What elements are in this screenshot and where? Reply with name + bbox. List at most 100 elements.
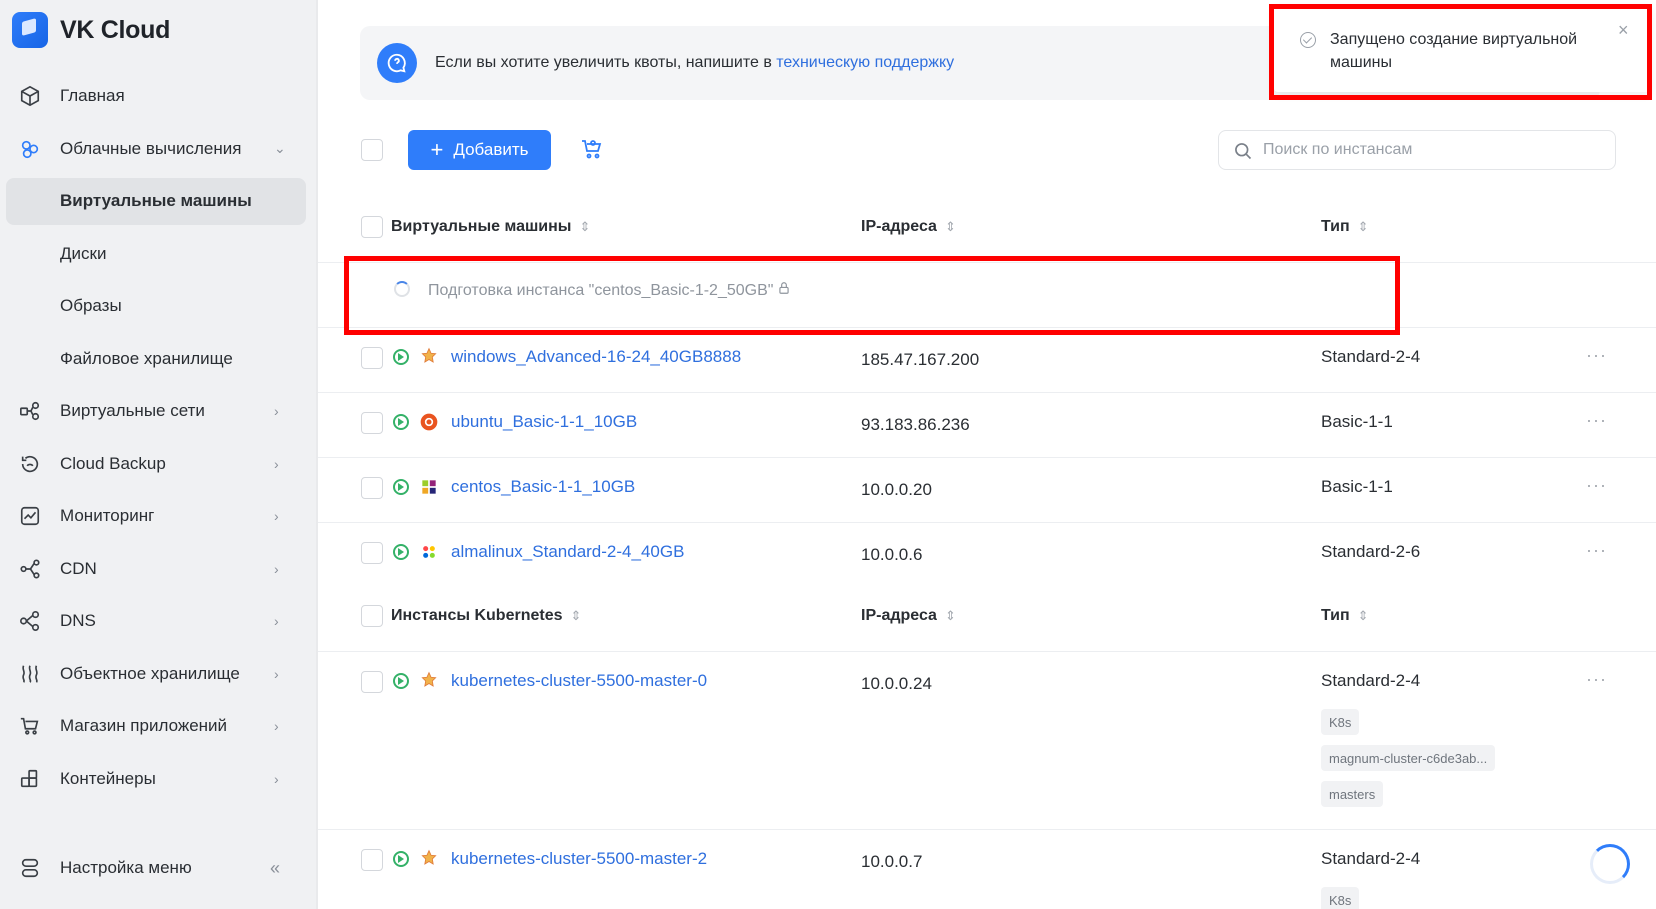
close-icon[interactable]: × [1618,20,1629,41]
column-header-k8s-type[interactable]: Тип ⇕ [1321,601,1369,631]
divider [318,327,1656,328]
vm-select-all-checkbox[interactable] [361,216,383,238]
sort-icon: ⇕ [1357,219,1369,234]
sidebar-item-home[interactable]: Главная [0,70,316,123]
windows-os-icon [419,347,439,367]
divider [318,262,1656,263]
marketplace-cart-icon[interactable] [580,137,606,163]
sidebar-item-virtual-machines[interactable]: Виртуальные машины [0,175,316,228]
vm-name-link[interactable]: almalinux_Standard-2-4_40GB [451,542,684,562]
column-header-ip[interactable]: IP-адреса ⇕ [861,212,956,242]
settings-stack-icon [18,856,42,880]
support-chat-icon [377,43,417,83]
more-actions-icon[interactable]: ··· [1586,669,1607,690]
backup-icon [18,452,42,476]
search-icon [1233,141,1253,166]
running-status-icon [393,414,409,430]
sidebar-nav: Главная Облачные вычисления ⌄ Виртуальны… [0,70,316,805]
row-checkbox[interactable] [361,412,383,434]
sidebar-item-disks[interactable]: Диски [0,228,316,281]
chevron-right-icon: › [274,403,279,420]
row-checkbox[interactable] [361,477,383,499]
instance-search[interactable] [1218,130,1616,170]
column-header-k8s-ip[interactable]: IP-адреса ⇕ [861,601,956,631]
sidebar-item-monitoring[interactable]: Мониторинг › [0,490,316,543]
sidebar-item-file-storage[interactable]: Файловое хранилище [0,333,316,386]
sidebar: VK Cloud Главная Облачные вычисления ⌄ В… [0,0,316,909]
sidebar-item-containers[interactable]: Контейнеры › [0,753,316,806]
vm-ip: 10.0.0.7 [861,852,923,871]
vm-ip: 10.0.0.24 [861,674,932,693]
running-status-icon [393,673,409,689]
running-status-icon [393,544,409,560]
vm-type: Basic-1-1 [1321,477,1393,496]
plus-icon: + [430,137,444,162]
vm-type: Standard-2-4 [1321,849,1421,868]
vm-name-link[interactable]: kubernetes-cluster-5500-master-2 [451,849,707,869]
lock-icon [777,281,791,300]
running-status-icon [393,349,409,365]
divider [318,522,1656,523]
kubernetes-node-icon [419,671,439,691]
monitoring-icon [18,504,42,528]
tag: K8s [1321,887,1360,909]
support-link[interactable]: техническую поддержку [776,54,954,71]
vm-ip: 10.0.0.6 [861,545,923,564]
network-icon [18,399,42,423]
vm-name-link[interactable]: ubuntu_Basic-1-1_10GB [451,412,637,432]
vm-name-link[interactable]: kubernetes-cluster-5500-master-0 [451,671,707,691]
sidebar-item-dns[interactable]: DNS › [0,595,316,648]
vk-cloud-logo-icon [12,12,48,48]
vm-type: Standard-2-4 [1321,671,1421,690]
sidebar-item-cloud-backup[interactable]: Cloud Backup › [0,438,316,491]
cdn-icon [18,557,42,581]
kubernetes-node-icon [419,849,439,869]
sort-icon: ⇕ [570,608,582,623]
chevron-right-icon: › [274,770,279,787]
collapse-sidebar-icon[interactable]: « [270,858,280,879]
row-checkbox[interactable] [361,542,383,564]
select-all-checkbox[interactable] [361,139,383,161]
more-actions-icon[interactable]: ··· [1586,475,1607,496]
row-checkbox[interactable] [361,347,383,369]
add-button[interactable]: + Добавить [408,130,551,170]
vm-ip: 185.47.167.200 [861,350,980,369]
divider [318,457,1656,458]
tag: K8s [1321,709,1360,735]
divider [318,392,1656,393]
column-header-k8s-name[interactable]: Инстансы Kubernetes ⇕ [391,601,581,631]
more-actions-icon[interactable]: ··· [1586,540,1607,561]
vm-ip: 93.183.86.236 [861,415,970,434]
sidebar-item-object-storage[interactable]: Объектное хранилище › [0,648,316,701]
chevron-right-icon: › [274,560,279,577]
sidebar-item-menu-settings[interactable]: Настройка меню « [0,842,316,894]
search-input[interactable] [1263,139,1603,161]
tag: magnum-cluster-c6de3ab... [1321,745,1496,771]
logo[interactable]: VK Cloud [12,10,170,50]
chevron-right-icon: › [274,455,279,472]
vm-name-link[interactable]: centos_Basic-1-1_10GB [451,477,635,497]
chevron-right-icon: › [274,613,279,630]
vm-type: Basic-1-1 [1321,412,1393,431]
sidebar-item-cdn[interactable]: CDN › [0,543,316,596]
more-actions-icon[interactable]: ··· [1586,345,1607,366]
vm-type: Standard-2-4 [1321,347,1421,366]
row-checkbox[interactable] [361,849,383,871]
column-header-name[interactable]: Виртуальные машины ⇕ [391,212,590,242]
ubuntu-os-icon [419,412,439,432]
sidebar-item-virtual-networks[interactable]: Виртуальные сети › [0,385,316,438]
sidebar-item-app-store[interactable]: Магазин приложений › [0,700,316,753]
row-checkbox[interactable] [361,671,383,693]
vm-name-link[interactable]: windows_Advanced-16-24_40GB8888 [451,347,741,367]
main-content: Если вы хотите увеличить квоты, напишите… [318,0,1656,909]
more-actions-icon[interactable]: ··· [1586,410,1607,431]
sidebar-item-images[interactable]: Образы [0,280,316,333]
divider [318,651,1656,652]
column-header-type[interactable]: Тип ⇕ [1321,212,1369,242]
sort-icon: ⇕ [944,608,956,623]
object-storage-icon [18,662,42,686]
sidebar-item-cloud-compute[interactable]: Облачные вычисления ⌄ [0,123,316,176]
k8s-select-all-checkbox[interactable] [361,605,383,627]
running-status-icon [393,851,409,867]
tag: masters [1321,781,1384,807]
